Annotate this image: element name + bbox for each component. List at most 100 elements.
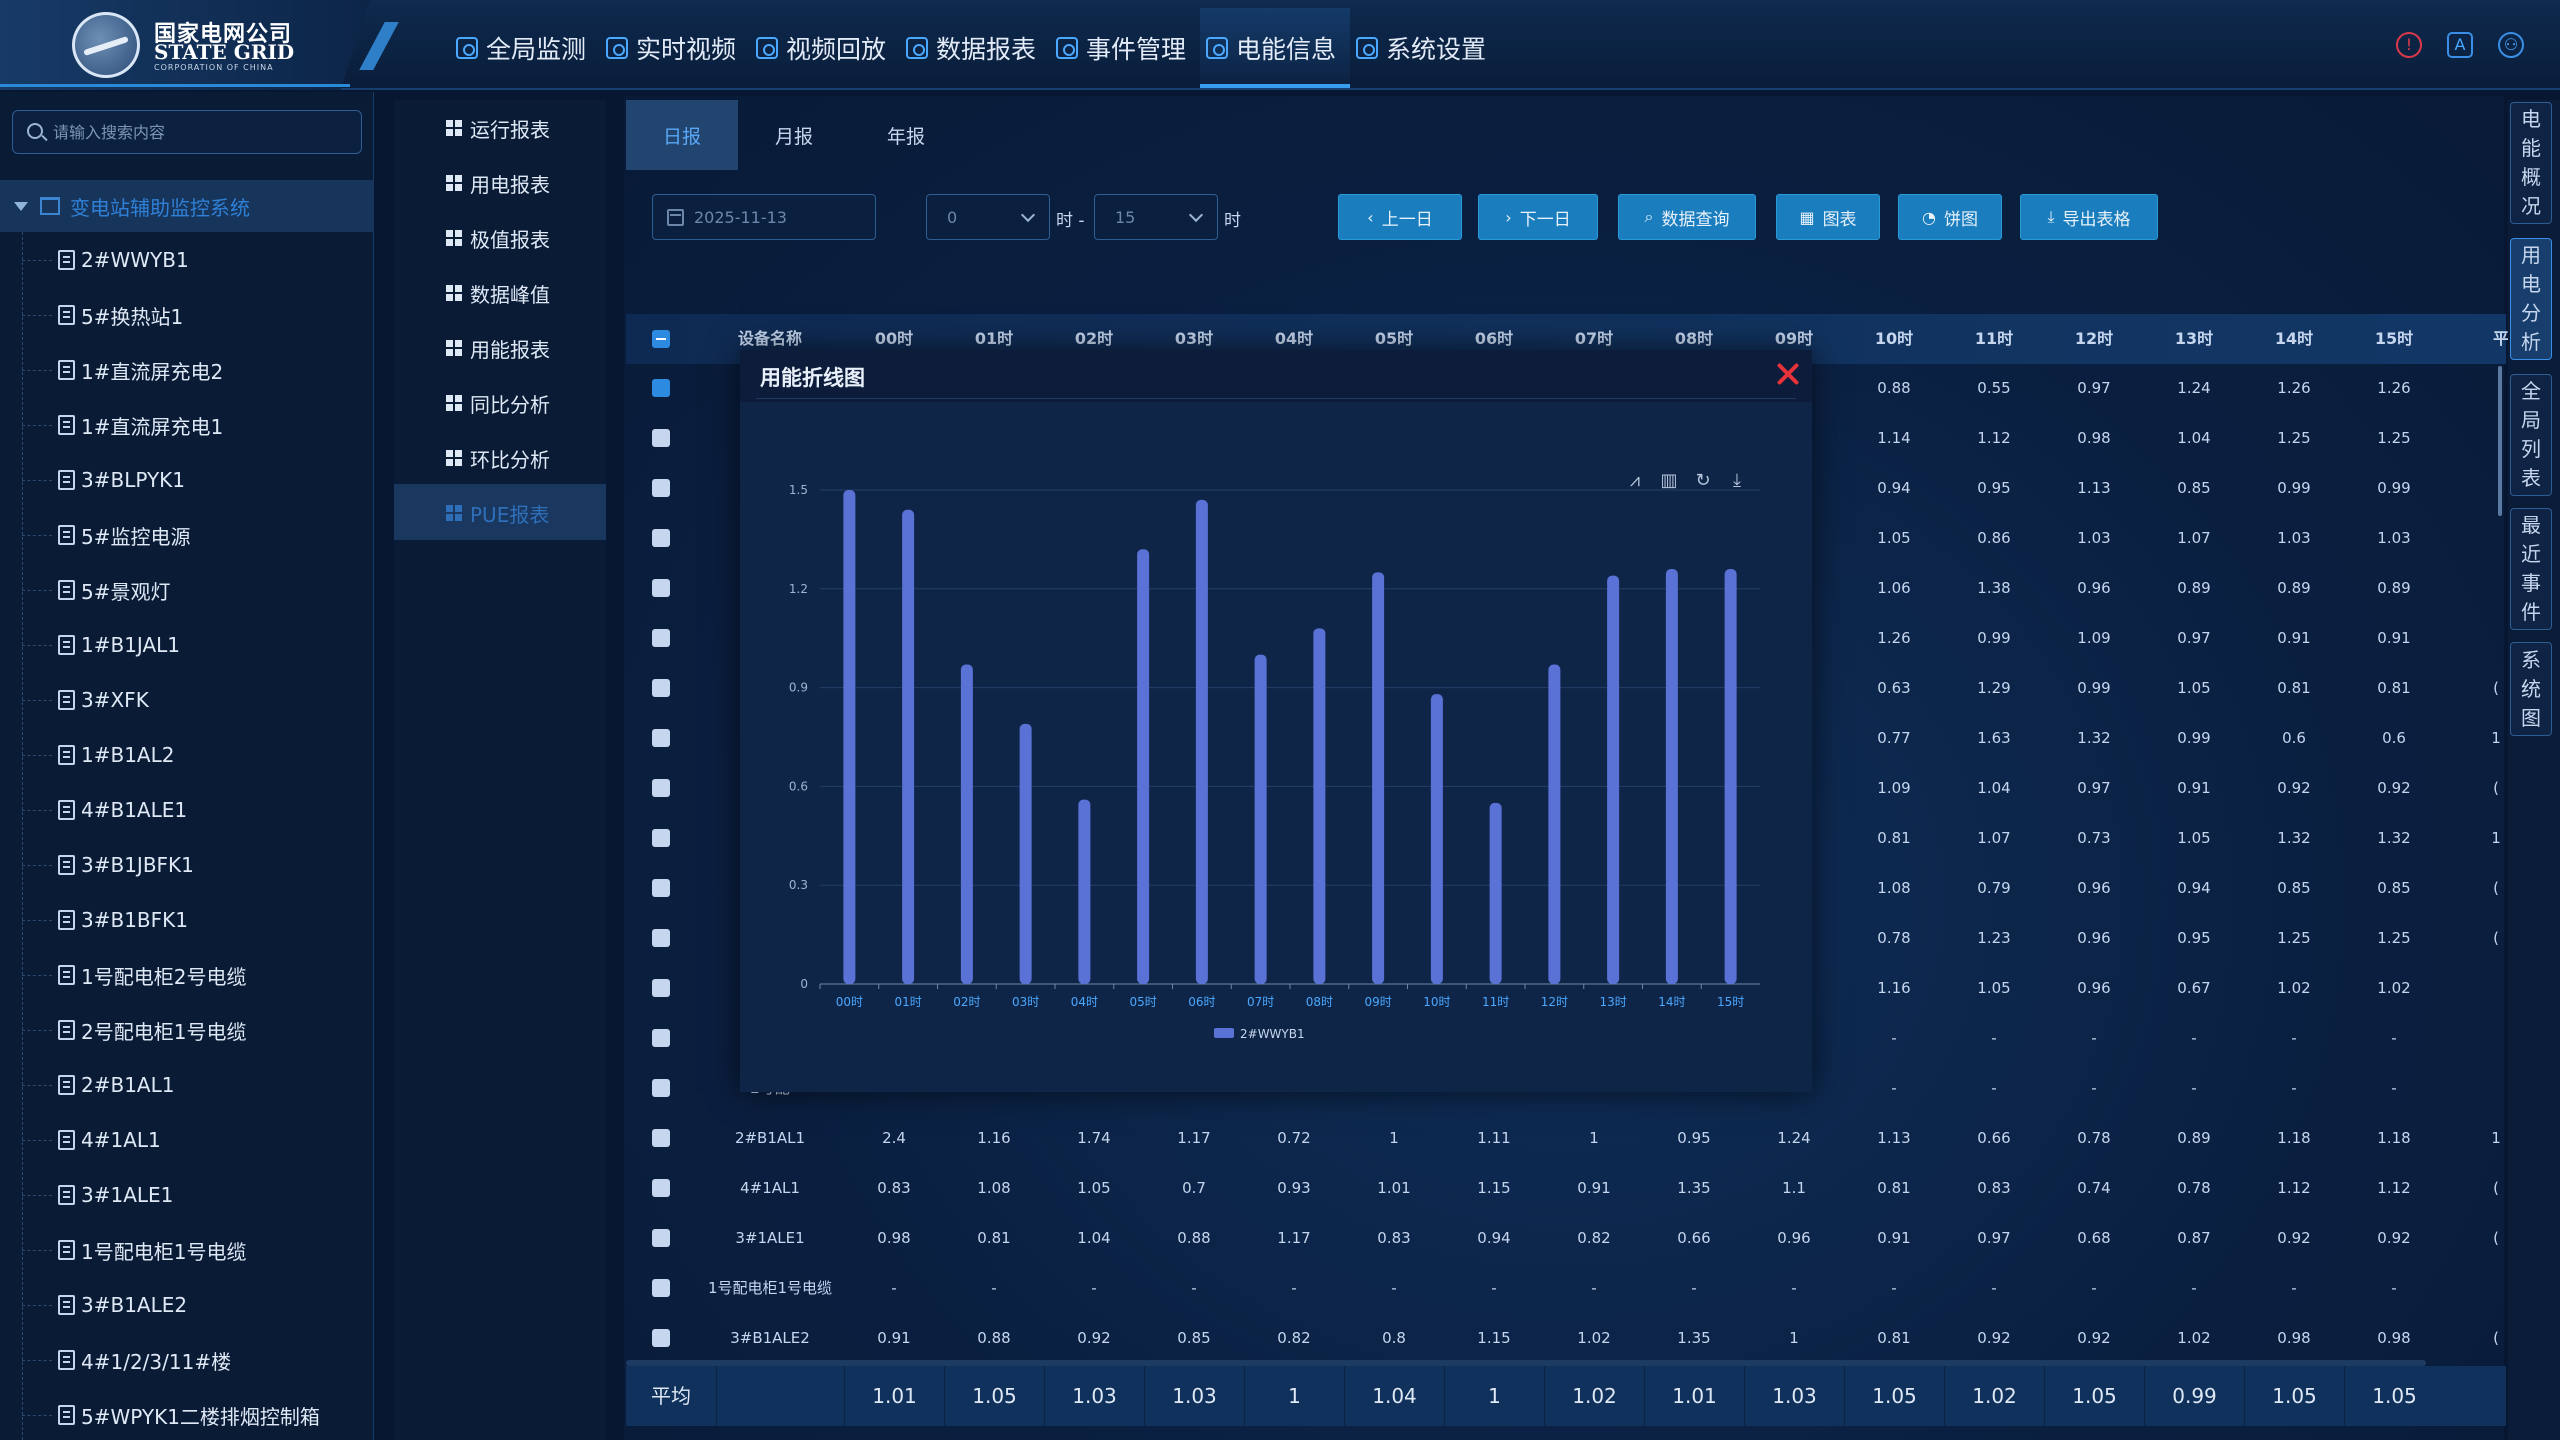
row-checkbox[interactable] [652, 1329, 670, 1347]
nav-item[interactable]: 视频回放 [756, 28, 886, 68]
search-box[interactable] [12, 110, 362, 154]
row-checkbox[interactable] [652, 579, 670, 597]
table-cell: 0.96 [2077, 879, 2111, 897]
tree-root-node[interactable]: 变电站辅助监控系统 [0, 180, 374, 232]
tree-item[interactable]: 3#XFK [58, 680, 149, 720]
caret-down-icon[interactable] [14, 201, 28, 211]
submenu-item[interactable]: PUE报表 [446, 493, 549, 533]
toolbar-button[interactable]: ⤓ 导出表格 [2020, 194, 2158, 240]
tree-item[interactable]: 3#1ALE1 [58, 1175, 173, 1215]
tree-item[interactable]: 5#WPYK1二楼排烟控制箱 [58, 1395, 320, 1435]
tree-item[interactable]: 1#直流屏充电2 [58, 350, 223, 390]
tree-item[interactable]: 3#BLPYK1 [58, 460, 185, 500]
tree-item[interactable]: 3#B1ALE2 [58, 1285, 187, 1325]
toolbar-button[interactable]: › 下一日 [1478, 194, 1598, 240]
tab-0[interactable]: 日报 [626, 100, 738, 170]
toolbar-button[interactable]: ▦ 图表 [1776, 194, 1880, 240]
row-checkbox[interactable] [652, 1229, 670, 1247]
right-tab-char: 最 [2521, 513, 2541, 537]
right-tab[interactable]: 用电分析 [2510, 238, 2552, 360]
hour-end-select[interactable]: 15 [1094, 194, 1218, 240]
row-checkbox[interactable] [652, 429, 670, 447]
row-checkbox[interactable] [652, 629, 670, 647]
nav-item[interactable]: 数据报表 [906, 28, 1036, 68]
row-checkbox[interactable] [652, 829, 670, 847]
toolbar-button[interactable]: ⌕ 数据查询 [1618, 194, 1756, 240]
nav-item[interactable]: 电能信息 [1206, 28, 1336, 68]
nav-item-icon [1056, 37, 1078, 59]
modal-divider [756, 398, 1796, 399]
submenu-item[interactable]: 同比分析 [446, 383, 550, 423]
tree-item[interactable]: 4#1AL1 [58, 1120, 161, 1160]
row-checkbox[interactable] [652, 879, 670, 897]
right-tab[interactable]: 系统图 [2510, 642, 2552, 736]
submenu-item[interactable]: 极值报表 [446, 218, 550, 258]
table-cell: - [1691, 1279, 1697, 1297]
toolbar-button[interactable]: ◔ 饼图 [1898, 194, 2002, 240]
date-picker[interactable]: 2025-11-13 [652, 194, 876, 240]
row-checkbox[interactable] [652, 679, 670, 697]
right-tab[interactable]: 电能概况 [2510, 102, 2552, 224]
close-icon[interactable] [1774, 360, 1802, 388]
vertical-scrollbar[interactable] [2498, 366, 2502, 516]
tree-item[interactable]: 2#WWYB1 [58, 240, 189, 280]
submenu-item[interactable]: 环比分析 [446, 438, 550, 478]
device-icon [58, 305, 75, 325]
tree-item[interactable]: 3#B1BFK1 [58, 900, 188, 940]
row-checkbox[interactable] [652, 479, 670, 497]
tree-item[interactable]: 2#B1AL1 [58, 1065, 174, 1105]
hour-start-select[interactable]: 0 [926, 194, 1050, 240]
row-checkbox[interactable] [652, 1129, 670, 1147]
row-checkbox[interactable] [652, 1079, 670, 1097]
x-tick-label: 15时 [1717, 995, 1744, 1009]
nav-item[interactable]: 系统设置 [1356, 28, 1486, 68]
row-checkbox[interactable] [652, 729, 670, 747]
row-checkbox[interactable] [652, 979, 670, 997]
table-cell: 0.8 [1382, 1329, 1406, 1347]
table-cell: 1.03 [2277, 529, 2311, 547]
row-checkbox[interactable] [652, 379, 670, 397]
submenu-item[interactable]: 用能报表 [446, 328, 550, 368]
tree-item[interactable]: 1#直流屏充电1 [58, 405, 223, 445]
tree-item[interactable]: 3#B1JBFK1 [58, 845, 194, 885]
tree-item[interactable]: 4#B1ALE1 [58, 790, 187, 830]
tree-item[interactable]: 1号配电柜1号电缆 [58, 1230, 246, 1270]
table-cell: 1.05 [1077, 1179, 1111, 1197]
row-checkbox[interactable] [652, 1179, 670, 1197]
nav-item[interactable]: 全局监测 [456, 28, 586, 68]
tab-2[interactable]: 年报 [850, 100, 962, 170]
right-tab-char: 列 [2521, 437, 2541, 461]
submenu-item[interactable]: 数据峰值 [446, 273, 550, 313]
tree-item[interactable]: 1#B1AL2 [58, 735, 174, 775]
font-size-icon[interactable]: A [2447, 32, 2473, 58]
tree-item[interactable]: 5#换热站1 [58, 295, 183, 335]
tab-1[interactable]: 月报 [738, 100, 850, 170]
row-checkbox[interactable] [652, 929, 670, 947]
submenu-item[interactable]: 运行报表 [446, 108, 550, 148]
tree-connector [22, 1305, 52, 1306]
tree-item[interactable]: 5#景观灯 [58, 570, 170, 610]
select-all-checkbox[interactable] [652, 330, 670, 348]
nav-item[interactable]: 实时视频 [606, 28, 736, 68]
nav-item-label: 全局监测 [486, 35, 587, 64]
row-checkbox[interactable] [652, 779, 670, 797]
search-input[interactable] [53, 119, 353, 145]
right-tab[interactable]: 全局列表 [2510, 374, 2552, 496]
report-tabs: 日报 月报 年报 [626, 100, 962, 170]
row-checkbox[interactable] [652, 529, 670, 547]
user-icon[interactable]: ⚇ [2498, 32, 2524, 58]
tree-item[interactable]: 1#B1JAL1 [58, 625, 180, 665]
tree-item[interactable]: 1号配电柜2号电缆 [58, 955, 246, 995]
tree-item[interactable]: 5#监控电源 [58, 515, 190, 555]
nav-item[interactable]: 事件管理 [1056, 28, 1186, 68]
table-cell-tail [2486, 976, 2506, 1000]
row-checkbox[interactable] [652, 1279, 670, 1297]
tree-item[interactable]: 4#1/2/3/11#楼 [58, 1340, 231, 1380]
tree-item[interactable]: 2号配电柜1号电缆 [58, 1010, 246, 1050]
button-icon: ◔ [1922, 207, 1936, 227]
alarm-icon[interactable]: ! [2396, 32, 2422, 58]
toolbar-button[interactable]: ‹ 上一日 [1338, 194, 1462, 240]
submenu-item[interactable]: 用电报表 [446, 163, 550, 203]
right-tab[interactable]: 最近事件 [2510, 508, 2552, 630]
row-checkbox[interactable] [652, 1029, 670, 1047]
